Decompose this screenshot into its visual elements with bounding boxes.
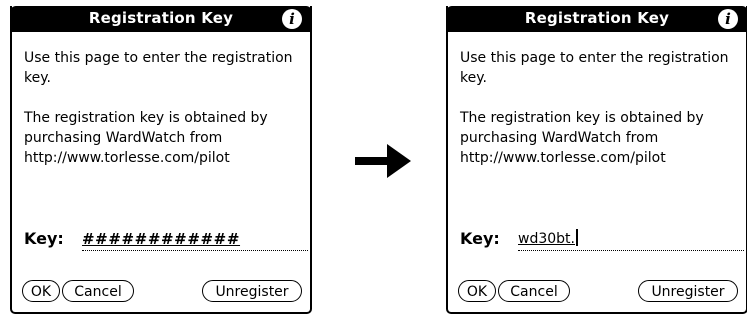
key-row: Key: wd30bt.: [460, 228, 747, 251]
key-value: wd30bt.: [518, 231, 575, 247]
ok-button[interactable]: OK: [458, 280, 496, 302]
title-bar: Registration Key i: [10, 6, 312, 32]
key-row: Key: ############: [24, 228, 312, 251]
dialog-title: Registration Key: [88, 9, 234, 27]
title-bar: Registration Key i: [446, 6, 747, 32]
body-text: The registration key is obtained by purc…: [24, 110, 268, 166]
registration-dialog: Registration Key i Use this page to ente…: [446, 6, 747, 314]
info-icon[interactable]: i: [282, 9, 302, 29]
screen-before: Registration Key i Use this page to ente…: [0, 0, 312, 321]
ok-button[interactable]: OK: [22, 280, 60, 302]
registration-dialog: Registration Key i Use this page to ente…: [10, 6, 312, 314]
key-value: ############: [82, 230, 241, 248]
key-label: Key:: [460, 229, 500, 248]
text-cursor: [575, 229, 578, 246]
key-input[interactable]: ############: [82, 228, 308, 251]
info-icon[interactable]: i: [718, 9, 738, 29]
intro-text: Use this page to enter the registration …: [460, 50, 729, 86]
unregister-button[interactable]: Unregister: [638, 280, 738, 302]
dialog-title: Registration Key: [524, 9, 670, 27]
key-label: Key:: [24, 229, 64, 248]
screen-after: Registration Key i Use this page to ente…: [436, 0, 747, 321]
cancel-button[interactable]: Cancel: [498, 280, 570, 302]
intro-text: Use this page to enter the registration …: [24, 50, 293, 86]
body-text: The registration key is obtained by purc…: [460, 110, 704, 166]
unregister-button[interactable]: Unregister: [202, 280, 302, 302]
cancel-button[interactable]: Cancel: [62, 280, 134, 302]
key-input[interactable]: wd30bt.: [518, 228, 744, 251]
right-arrow-icon: [355, 144, 411, 178]
